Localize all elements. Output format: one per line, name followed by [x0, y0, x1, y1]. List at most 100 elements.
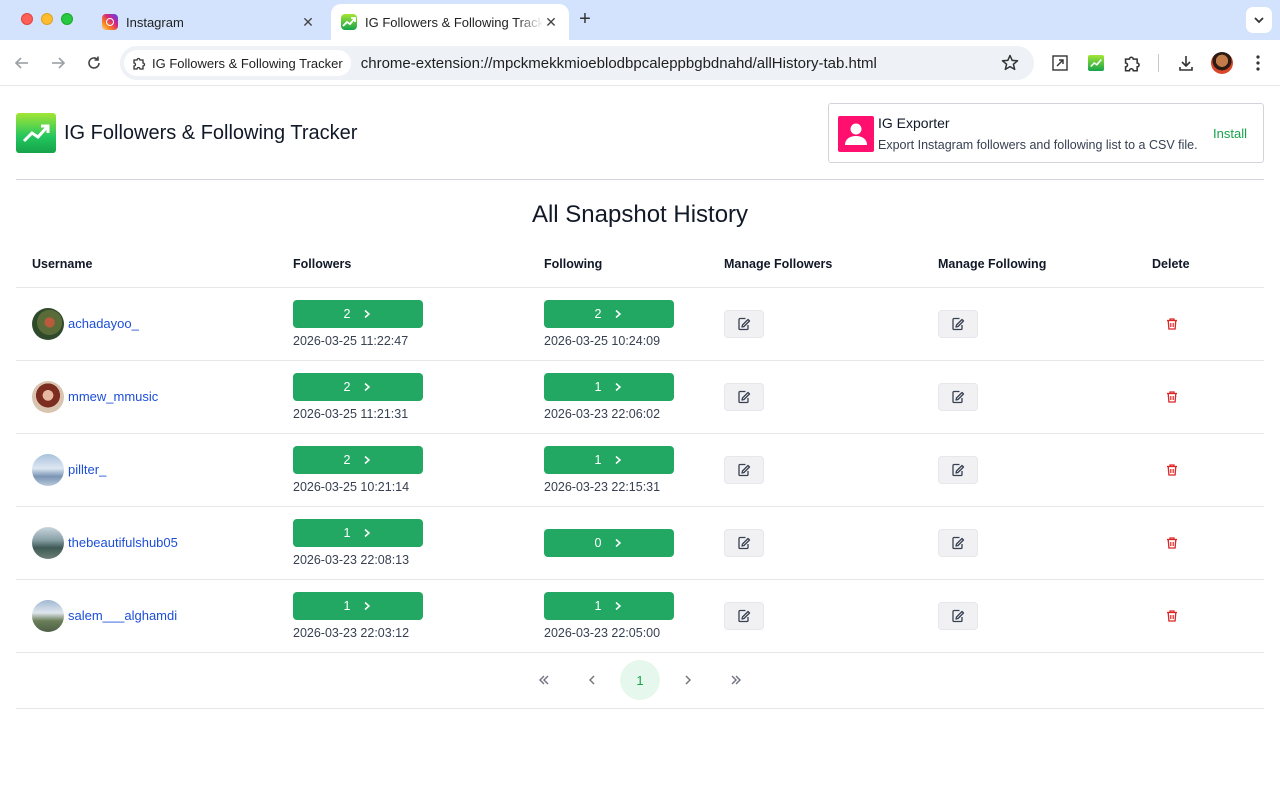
delete-button[interactable]: [1152, 456, 1192, 484]
username-link[interactable]: thebeautifulshub05: [68, 535, 178, 550]
delete-button[interactable]: [1152, 529, 1192, 557]
app-header: IG Followers & Following Tracker IG Expo…: [16, 87, 1264, 180]
trend-up-icon: [341, 14, 357, 30]
delete-button[interactable]: [1152, 602, 1192, 630]
username-link[interactable]: mmew_mmusic: [68, 389, 158, 404]
followers-cell: 1 2026-03-23 22:08:13: [293, 506, 544, 580]
delete-button[interactable]: [1152, 383, 1192, 411]
install-button[interactable]: Install: [1213, 126, 1247, 141]
followers-count: 1: [343, 598, 351, 613]
previous-page-button[interactable]: [572, 660, 612, 700]
followers-count-button[interactable]: 1: [293, 518, 423, 547]
followers-count: 2: [343, 379, 351, 394]
arrow-left-icon: [14, 57, 28, 69]
trash-icon: [1167, 609, 1177, 622]
avatar: [32, 526, 64, 559]
following-count-button[interactable]: 1: [544, 445, 674, 474]
following-cell: 1 2026-03-23 22:05:00: [544, 579, 724, 653]
table-row: achadayoo_ 2 2026-03-25 11:22:47 2 2026-03-2…: [16, 287, 1264, 361]
url-text: chrome-extension://mpckmekkmioeblodbpcal…: [360, 54, 877, 72]
site-info-chip[interactable]: IG Followers & Following Tracker: [124, 50, 351, 76]
window-close-button[interactable]: [21, 13, 33, 25]
first-page-button[interactable]: [524, 660, 564, 700]
edit-icon: [952, 390, 965, 403]
manage-following-button[interactable]: [938, 455, 978, 484]
delete-button[interactable]: [1152, 310, 1192, 338]
edit-icon: [952, 463, 965, 476]
forward-button[interactable]: [46, 51, 70, 75]
extensions-icon[interactable]: [1120, 51, 1144, 75]
close-icon[interactable]: ✕: [543, 14, 559, 31]
following-timestamp: 2026-03-23 22:06:02: [544, 406, 661, 421]
username-cell: mmew_mmusic: [16, 360, 293, 434]
followers-timestamp: 2026-03-25 10:21:14: [293, 479, 410, 494]
followers-count-button[interactable]: 2: [293, 299, 423, 328]
window-minimize-button[interactable]: [41, 13, 53, 25]
manage-followers-button[interactable]: [724, 455, 764, 484]
page-number-button[interactable]: 1: [620, 660, 660, 700]
followers-cell: 2 2026-03-25 10:21:14: [293, 433, 544, 507]
manage-followers-button[interactable]: [724, 309, 764, 338]
username-link[interactable]: salem___alghamdi: [68, 608, 177, 623]
tracker-extension-icon[interactable]: [1084, 51, 1108, 75]
table-row: mmew_mmusic 2 2026-03-25 11:21:31 1 2026-03-…: [16, 360, 1264, 434]
address-bar[interactable]: IG Followers & Following Tracker chrome-…: [120, 46, 1034, 80]
reload-icon: [88, 56, 100, 69]
new-tab-button[interactable]: +: [575, 9, 595, 29]
username-link[interactable]: pillter_: [68, 462, 106, 477]
delete-cell: [1152, 579, 1264, 653]
following-count-button[interactable]: 1: [544, 372, 674, 401]
download-icon[interactable]: [1174, 51, 1198, 75]
promo-card: IG Exporter Export Instagram followers a…: [828, 103, 1264, 163]
last-page-button[interactable]: [716, 660, 756, 700]
column-header-following: Following: [544, 241, 724, 288]
manage-followers-button[interactable]: [724, 382, 764, 411]
following-count: 1: [594, 379, 602, 394]
profile-avatar[interactable]: [1211, 52, 1233, 74]
manage-following-button[interactable]: [938, 528, 978, 557]
manage-followers-button[interactable]: [724, 601, 764, 630]
expand-icon[interactable]: [1048, 51, 1072, 75]
following-count-button[interactable]: 2: [544, 299, 674, 328]
tab-search-button[interactable]: [1246, 7, 1272, 33]
tab-instagram[interactable]: Instagram ✕: [92, 4, 326, 40]
reload-button[interactable]: [82, 51, 106, 75]
manage-followers-button[interactable]: [724, 528, 764, 557]
username-cell: thebeautifulshub05: [16, 506, 293, 580]
followers-count-button[interactable]: 1: [293, 591, 423, 620]
chevron-right-icon: [615, 538, 622, 547]
following-count-button[interactable]: 0: [544, 528, 674, 557]
table-row: salem___alghamdi 1 2026-03-23 22:03:12 1 202…: [16, 579, 1264, 653]
window-zoom-button[interactable]: [61, 13, 73, 25]
username-cell: pillter_: [16, 433, 293, 507]
following-timestamp: 2026-03-23 22:05:00: [544, 625, 661, 640]
manage-following-cell: [938, 433, 1152, 507]
manage-following-button[interactable]: [938, 601, 978, 630]
tab-title: IG Followers & Following Tracker: [365, 14, 543, 30]
manage-following-button[interactable]: [938, 382, 978, 411]
followers-count-button[interactable]: 2: [293, 445, 423, 474]
followers-count-button[interactable]: 2: [293, 372, 423, 401]
avatar: [32, 380, 64, 413]
next-page-button[interactable]: [668, 660, 708, 700]
promo-description: Export Instagram followers and following…: [878, 138, 1198, 152]
back-button[interactable]: [10, 51, 34, 75]
avatar: [32, 599, 64, 632]
close-icon[interactable]: ✕: [300, 14, 316, 31]
browser-tab-bar: Instagram ✕ IG Followers & Following Tra…: [0, 0, 1280, 40]
username-link[interactable]: achadayoo_: [68, 316, 139, 331]
browser-toolbar: IG Followers & Following Tracker chrome-…: [0, 40, 1280, 86]
tab-tracker[interactable]: IG Followers & Following Tracker ✕: [331, 4, 569, 40]
followers-cell: 2 2026-03-25 11:22:47: [293, 287, 544, 361]
chevron-right-icon: [685, 675, 691, 685]
user-icon: [838, 116, 874, 152]
chevron-down-icon: [1254, 17, 1264, 24]
manage-followers-cell: [724, 579, 938, 653]
following-count-button[interactable]: 1: [544, 591, 674, 620]
bookmark-star-icon[interactable]: [1000, 53, 1020, 78]
following-timestamp: 2026-03-25 10:24:09: [544, 333, 661, 348]
manage-followers-cell: [724, 433, 938, 507]
more-menu-icon[interactable]: [1246, 51, 1270, 75]
edit-icon: [738, 463, 751, 476]
manage-following-button[interactable]: [938, 309, 978, 338]
